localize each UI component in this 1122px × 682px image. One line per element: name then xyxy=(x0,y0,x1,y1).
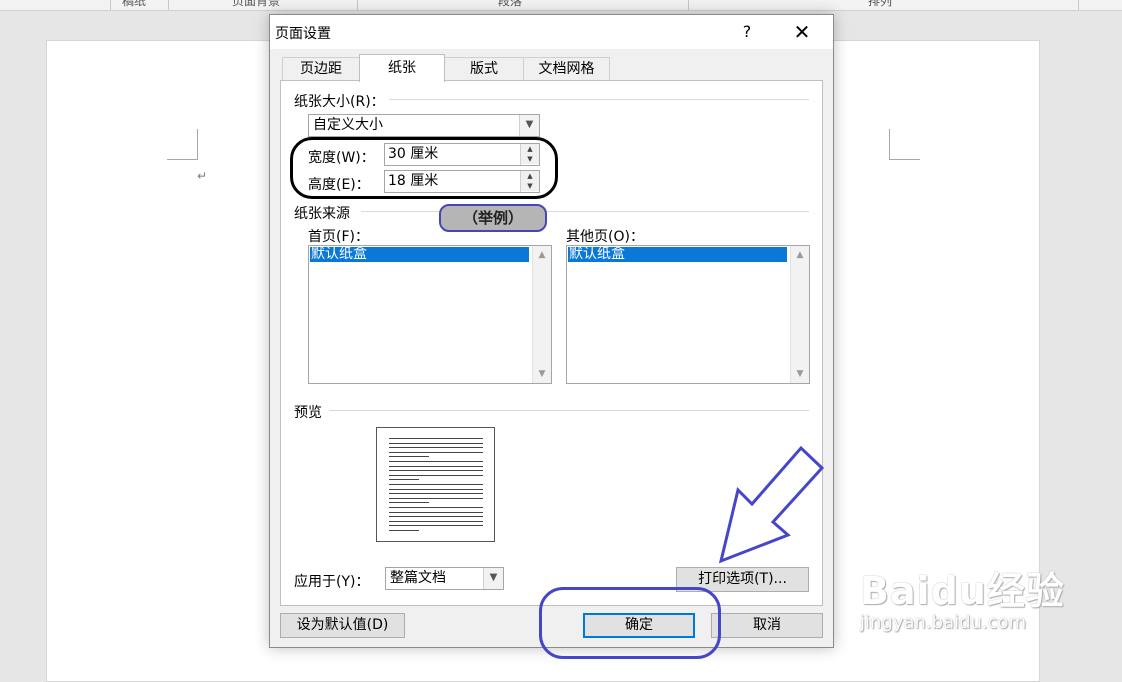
first-page-tray-list[interactable]: 默认纸盒 ▲ ▼ xyxy=(308,245,552,384)
chevron-down-icon[interactable]: ▼ xyxy=(483,568,503,589)
close-button[interactable]: ✕ xyxy=(786,19,818,45)
margin-corner-mark xyxy=(889,129,920,160)
preview-text-line xyxy=(389,438,483,439)
preview-text-line xyxy=(389,474,483,476)
preview-text-line xyxy=(389,488,483,490)
other-pages-tray-list[interactable]: 默认纸盒 ▲ ▼ xyxy=(566,245,810,384)
preview-text-line xyxy=(389,502,429,504)
ribbon-strip: 稿纸 页面背景 段落 排列 xyxy=(0,0,1122,11)
preview-text-line xyxy=(389,456,429,458)
preview-text-line xyxy=(389,484,483,485)
margin-corner-mark xyxy=(167,129,198,160)
set-default-button[interactable]: 设为默认值(D) xyxy=(280,613,405,638)
highlight-oval-size-fields xyxy=(290,137,558,199)
preview-text-line xyxy=(389,511,483,513)
scroll-up-icon[interactable]: ▲ xyxy=(791,250,809,260)
example-annotation-label: （举例） xyxy=(439,204,547,232)
watermark-logo-text: Baidu经验 xyxy=(860,569,1065,613)
group-divider xyxy=(389,99,809,100)
help-button[interactable]: ? xyxy=(732,19,762,45)
dialog-titlebar[interactable]: 页面设置 ? ✕ xyxy=(270,15,833,49)
group-divider xyxy=(361,211,809,212)
preview-text-line xyxy=(389,451,483,453)
first-page-tray-item[interactable]: 默认纸盒 xyxy=(310,247,529,262)
baidu-jingyan-watermark: Baidu经验 jingyan.baidu.com xyxy=(860,560,1065,633)
pointer-arrow-icon xyxy=(718,445,825,564)
apply-to-value: 整篇文档 xyxy=(390,570,446,586)
preview-text-line xyxy=(389,493,483,495)
preview-text-line xyxy=(389,516,483,518)
preview-text-line xyxy=(389,447,483,449)
preview-page-thumbnail xyxy=(376,427,495,542)
other-pages-tray-item[interactable]: 默认纸盒 xyxy=(568,247,787,262)
ribbon-separator xyxy=(168,0,169,10)
group-divider xyxy=(329,410,809,411)
apply-to-select[interactable]: 整篇文档 ▼ xyxy=(385,567,504,590)
paper-size-value: 自定义大小 xyxy=(313,117,383,133)
preview-text-line xyxy=(389,530,419,531)
ribbon-group-page-background[interactable]: 页面背景 xyxy=(232,0,280,8)
scroll-up-icon[interactable]: ▲ xyxy=(533,250,551,260)
other-pages-label: 其他页(O)： xyxy=(566,229,644,245)
tab-layout[interactable]: 版式 xyxy=(444,57,524,81)
paper-source-label: 纸张来源 xyxy=(294,206,350,222)
chevron-down-icon[interactable]: ▼ xyxy=(519,115,539,136)
preview-text-line xyxy=(389,465,483,467)
preview-text-line xyxy=(389,520,483,522)
highlight-oval-ok-button xyxy=(539,587,721,659)
tab-margins[interactable]: 页边距 xyxy=(282,57,360,81)
paper-size-label: 纸张大小(R)： xyxy=(294,94,385,110)
ribbon-separator xyxy=(110,0,111,10)
preview-text-line xyxy=(389,461,483,462)
preview-text-line xyxy=(389,479,419,481)
preview-label: 预览 xyxy=(294,405,322,421)
ribbon-group-paragraph[interactable]: 段落 xyxy=(498,0,522,8)
tab-paper[interactable]: 纸张 xyxy=(359,54,445,82)
apply-to-label: 应用于(Y)： xyxy=(294,574,370,590)
dialog-title: 页面设置 xyxy=(275,26,331,42)
first-page-label: 首页(F)： xyxy=(308,229,369,245)
paragraph-mark-icon: ↵ xyxy=(197,169,208,183)
preview-text-line xyxy=(389,507,483,508)
cancel-button[interactable]: 取消 xyxy=(711,613,823,638)
paper-size-select[interactable]: 自定义大小 ▼ xyxy=(308,114,540,137)
ribbon-separator xyxy=(688,0,689,10)
tab-document-grid[interactable]: 文档网格 xyxy=(523,57,610,81)
ribbon-separator xyxy=(357,0,358,10)
ribbon-group-draft-paper[interactable]: 稿纸 xyxy=(122,0,146,8)
scroll-down-icon[interactable]: ▼ xyxy=(533,369,551,379)
scrollbar[interactable]: ▲ ▼ xyxy=(790,246,809,383)
preview-text-line xyxy=(389,525,483,527)
scrollbar[interactable]: ▲ ▼ xyxy=(532,246,551,383)
preview-text-line xyxy=(389,442,483,444)
ribbon-separator xyxy=(1078,0,1079,10)
preview-text-line xyxy=(389,470,483,472)
watermark-url: jingyan.baidu.com xyxy=(860,612,1027,633)
preview-text-line xyxy=(389,497,483,499)
ribbon-group-arrange[interactable]: 排列 xyxy=(868,0,892,8)
scroll-down-icon[interactable]: ▼ xyxy=(791,369,809,379)
